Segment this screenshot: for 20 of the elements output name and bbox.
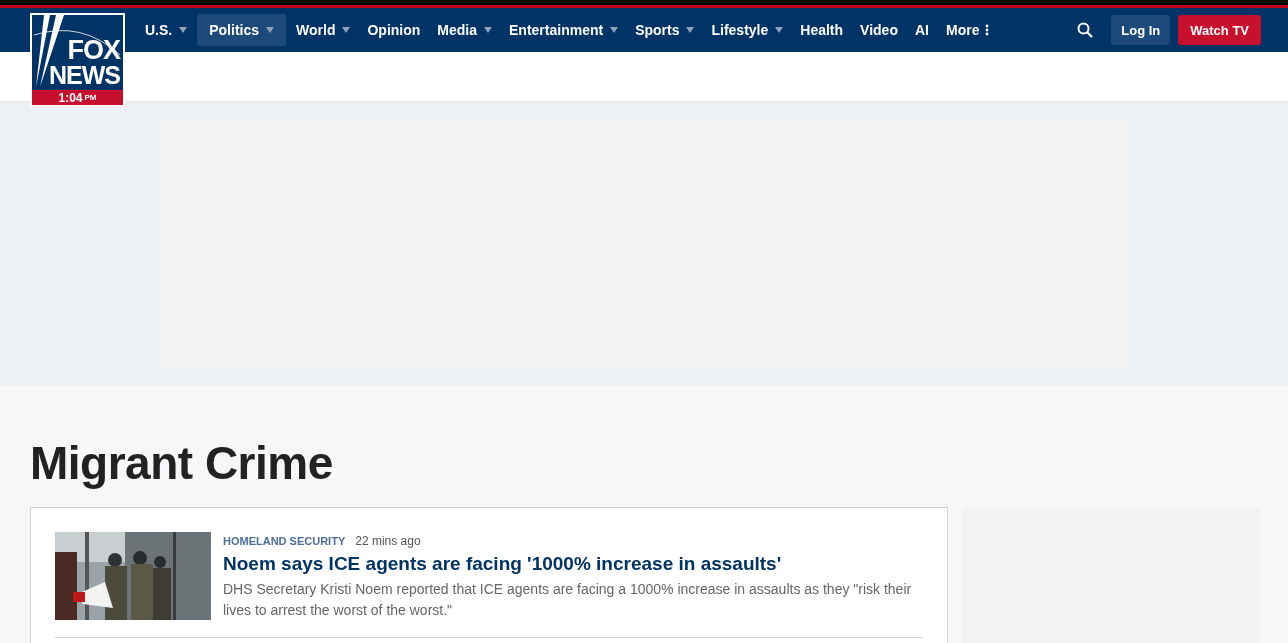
nav-tab[interactable]: Lifestyle — [704, 14, 791, 46]
nav-tab[interactable]: Video — [853, 14, 905, 46]
article-summary: DHS Secretary Kristi Noem reported that ICE agents are facing a 1000% increase in assaults as they "risk their lives to arrest the worst of the worst." — [223, 580, 913, 620]
nav-tab[interactable]: Opinion — [360, 14, 428, 46]
nav-tab[interactable]: Media — [430, 14, 499, 46]
headline-link[interactable]: Noem says ICE agents are facing '1000% increase in assaults' — [223, 552, 923, 576]
login-button[interactable]: Log In — [1111, 15, 1171, 45]
nav-tab[interactable]: Politics — [197, 14, 287, 46]
nav-tab[interactable]: More — [938, 14, 997, 46]
nav-tab[interactable]: Health — [793, 14, 851, 46]
page-title: Migrant Crime — [30, 436, 334, 491]
nav-tab[interactable]: U.S. — [138, 14, 195, 46]
nav-tab[interactable]: Entertainment — [502, 14, 626, 46]
timestamp: 22 mins ago — [355, 534, 421, 548]
nav-tab[interactable]: AI — [907, 14, 936, 46]
nav-tab[interactable]: World — [289, 14, 358, 46]
logo[interactable]: FOX NEWS 1:04 PM — [30, 13, 125, 107]
nav-tab[interactable]: Sports — [628, 14, 702, 46]
category-link[interactable]: HOMELAND SECURITY — [223, 535, 346, 547]
watch-tv-button[interactable]: Watch TV — [1178, 15, 1261, 45]
